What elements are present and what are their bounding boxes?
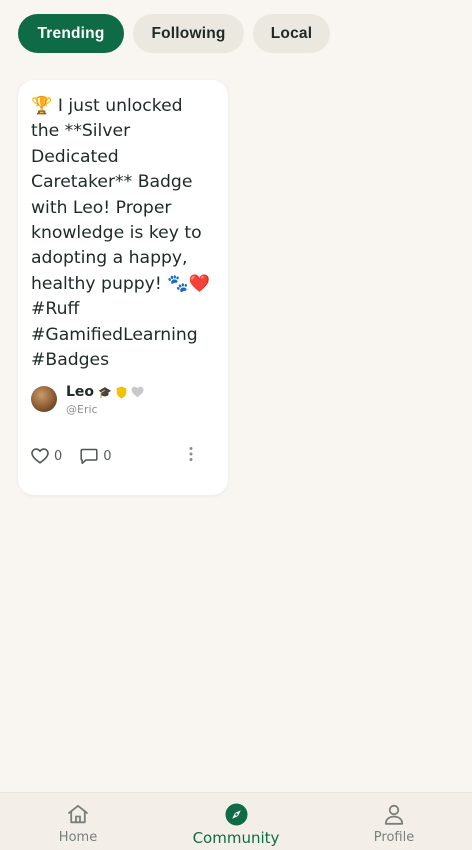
- avatar[interactable]: [31, 386, 57, 412]
- nav-home-label: Home: [58, 830, 98, 845]
- comment-count: 0: [103, 448, 112, 464]
- author-name[interactable]: Leo: [66, 384, 94, 400]
- feed-tabs: Trending Following Local: [18, 14, 330, 53]
- nav-community[interactable]: Community: [176, 793, 296, 850]
- post-card[interactable]: 🏆 I just unlocked the **Silver Dedicated…: [18, 80, 228, 495]
- person-icon: [384, 802, 404, 826]
- bottom-nav: Home Community Profile: [0, 792, 472, 850]
- heart-icon: [31, 448, 49, 464]
- post-text: 🏆 I just unlocked the **Silver Dedicated…: [31, 96, 216, 371]
- like-button[interactable]: 0: [31, 448, 62, 464]
- more-options-button[interactable]: [189, 446, 193, 466]
- post-author[interactable]: Leo 🎓 @Eric: [31, 384, 144, 416]
- gray-heart-icon: [131, 386, 144, 398]
- more-vertical-icon: [189, 447, 193, 461]
- comment-button[interactable]: 0: [80, 448, 112, 465]
- tab-trending[interactable]: Trending: [18, 14, 124, 53]
- gold-shield-icon: [116, 386, 127, 399]
- nav-home[interactable]: Home: [40, 793, 116, 850]
- nav-profile[interactable]: Profile: [356, 793, 432, 850]
- nav-community-label: Community: [192, 829, 280, 847]
- nav-profile-label: Profile: [373, 830, 415, 845]
- author-meta: Leo 🎓 @Eric: [66, 384, 144, 416]
- tab-local[interactable]: Local: [253, 14, 330, 53]
- graduation-cap-icon: 🎓: [98, 385, 112, 399]
- compass-icon: [225, 802, 248, 826]
- comment-icon: [80, 448, 98, 464]
- tab-following[interactable]: Following: [133, 14, 244, 53]
- home-icon: [67, 802, 89, 826]
- author-handle: @Eric: [66, 403, 98, 416]
- like-count: 0: [54, 448, 63, 464]
- post-actions: 0 0: [31, 446, 215, 466]
- community-screen: Trending Following Local 🏆 I just unlock…: [0, 0, 472, 850]
- author-line: Leo 🎓: [66, 384, 144, 400]
